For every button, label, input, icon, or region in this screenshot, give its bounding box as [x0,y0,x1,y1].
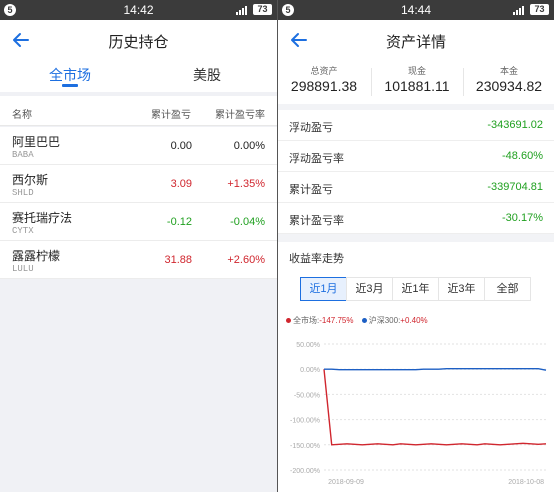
legend-market-label: 全市场: [293,316,320,325]
metric-label: 浮动盈亏率 [289,153,344,165]
table-row[interactable]: 赛托瑞疗法 CYTX -0.12 -0.04% [0,203,277,241]
signal-icon [513,6,524,15]
page-title: 历史持仓 [108,34,169,51]
active-tab-indicator [62,84,78,87]
principal: 本金 230934.82 [467,64,551,94]
y-tick-label: -200.00% [290,468,320,475]
market-tabs: 全市场 美股 [0,60,277,92]
legend-hs300: 沪深300:+0.40% [361,315,428,326]
page-title: 资产详情 [385,34,446,51]
principal-value: 230934.82 [475,78,543,94]
column-name: 名称 [12,110,32,121]
battery-icon: 73 [530,4,549,15]
summary-divider [371,68,372,96]
period-1m-button[interactable]: 近1月 [300,277,347,301]
cash-value: 101881.11 [384,78,450,94]
nav-bar: 历史持仓 [0,20,277,60]
table-header: 名称 累计盈亏 累计盈亏率 [0,96,277,126]
series-line-market [323,369,547,446]
stock-pnl-rate: -0.04% [230,216,265,228]
metric-value: -339704.81 [487,181,543,193]
cash-label: 现金 [407,66,426,76]
stock-name: 阿里巴巴 [12,135,61,149]
stock-code: CYTX [12,226,34,236]
metric-value: -48.60% [502,150,543,162]
stock-pnl: 0.00 [170,140,192,152]
y-tick-label: 0.00% [300,367,320,374]
total-assets: 总资产 298891.38 [284,64,364,94]
metric-label: 累计盈亏 [289,184,333,196]
legend-market-value: -147.75% [319,316,354,325]
pnl-metrics: 浮动盈亏 -343691.02 浮动盈亏率 -48.60% 累计盈亏 -3397… [278,110,554,234]
metric-row: 浮动盈亏 -343691.02 [278,110,554,141]
asset-summary: 总资产 298891.38 现金 101881.11 本金 230934.82 [278,60,554,104]
total-assets-value: 298891.38 [290,78,358,94]
signal-icon [236,6,247,15]
legend-hs300-label: 沪深300: [368,316,401,325]
nav-bar: 资产详情 [278,20,554,60]
column-pnl: 累计盈亏 [151,110,191,121]
stock-pnl-rate: +2.60% [227,254,265,266]
stock-pnl: 3.09 [170,178,192,190]
column-pnl-rate: 累计盈亏率 [215,110,265,121]
metric-row: 浮动盈亏率 -48.60% [278,141,554,172]
stock-name: 露露柠檬 [12,249,61,263]
table-row[interactable]: 露露柠檬 LULU 31.88 +2.60% [0,241,277,279]
y-tick-label: -100.00% [290,418,320,425]
legend-market: 全市场:-147.75% [286,315,353,326]
period-1y-button[interactable]: 近1年 [392,277,439,301]
period-3y-button[interactable]: 近3年 [438,277,485,301]
stock-pnl-rate: 0.00% [233,140,265,152]
table-row[interactable]: 阿里巴巴 BABA 0.00 0.00% [0,127,277,165]
table-row[interactable]: 西尔斯 SHLD 3.09 +1.35% [0,165,277,203]
x-tick-label: 2018-09-09 [328,479,364,486]
period-3m-button[interactable]: 近3月 [346,277,393,301]
stock-name: 赛托瑞疗法 [12,211,73,225]
stock-pnl-rate: +1.35% [227,178,265,190]
period-all-button[interactable]: 全部 [484,277,531,301]
metric-value: -30.17% [502,212,543,224]
metric-row: 累计盈亏率 -30.17% [278,203,554,234]
status-bar: 5 14:44 73 [278,0,554,20]
battery-icon: 73 [253,4,272,15]
cash: 现金 101881.11 [375,64,459,94]
stock-name: 西尔斯 [12,173,49,187]
tab-us-stocks[interactable]: 美股 [162,65,252,85]
metric-label: 浮动盈亏 [289,122,333,134]
return-trend-section: 收益率走势 近1月 近3月 近1年 近3年 全部 全市场:-147.75% 沪深… [278,242,554,492]
x-tick-label: 2018-10-08 [508,479,544,486]
y-tick-label: -150.00% [290,443,320,450]
stock-pnl: 31.88 [164,254,192,266]
metric-value: -343691.02 [487,119,543,131]
trend-title: 收益率走势 [289,253,344,265]
return-trend-chart: 50.00% 0.00% -50.00% -100.00% -150.00% -200.0… [290,342,547,486]
legend-dot-icon [361,318,367,324]
metric-row: 累计盈亏 -339704.81 [278,172,554,203]
status-bar: 5 14:42 73 [0,0,277,20]
tab-all-market[interactable]: 全市场 [25,65,115,85]
stock-pnl: -0.12 [166,216,192,228]
metric-label: 累计盈亏率 [289,215,344,227]
total-assets-label: 总资产 [310,66,338,76]
summary-divider [463,68,464,96]
stock-code: BABA [12,150,34,160]
legend-dot-icon [286,318,291,324]
stock-code: LULU [12,264,34,274]
principal-label: 本金 [499,66,518,76]
stock-code: SHLD [12,188,34,198]
holdings-list: 阿里巴巴 BABA 0.00 0.00% 西尔斯 SHLD 3.09 +1.35… [0,127,277,279]
holdings-history-screen: 5 14:42 73 历史持仓 全市场 美股 名称 累计盈亏 累计盈亏率 阿里巴… [0,0,277,492]
chart-legend: 全市场:-147.75% 沪深300:+0.40% [286,315,434,326]
y-tick-label: 50.00% [296,342,320,349]
asset-details-screen: 5 14:44 73 资产详情 总资产 298891.38 现金 101881.… [278,0,554,492]
legend-hs300-value: +0.40% [400,316,428,325]
y-tick-label: -50.00% [294,392,320,399]
